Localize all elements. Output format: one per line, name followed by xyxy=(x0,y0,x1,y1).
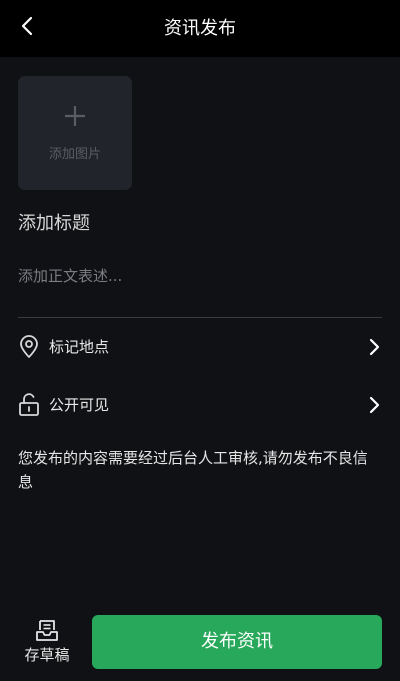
chevron-right-icon xyxy=(368,396,380,414)
publish-button[interactable]: 发布资讯 xyxy=(92,615,382,669)
visibility-row[interactable]: 公开可见 xyxy=(18,385,382,425)
save-draft-label: 存草稿 xyxy=(24,646,70,664)
location-row[interactable]: 标记地点 xyxy=(18,327,382,367)
visibility-label: 公开可见 xyxy=(49,396,110,414)
title-input[interactable]: 添加标题 xyxy=(18,210,382,238)
add-image-button[interactable] xyxy=(18,76,132,190)
chevron-right-icon xyxy=(368,338,380,356)
body-input[interactable]: 添加正文表述... xyxy=(18,263,382,289)
add-image-label: 添加图片 xyxy=(48,147,101,162)
top-bar: 资讯发布 xyxy=(0,0,400,57)
plus-icon xyxy=(18,104,132,128)
inbox-icon xyxy=(35,618,59,642)
location-pin-icon xyxy=(18,335,40,359)
location-label: 标记地点 xyxy=(49,338,110,356)
divider xyxy=(18,317,382,318)
save-draft-button[interactable]: 存草稿 xyxy=(18,614,76,668)
review-notice: 您发布的内容需要经过后台人工审核,请勿发布不良信息 xyxy=(18,449,368,491)
chevron-left-icon xyxy=(20,16,34,40)
back-button[interactable] xyxy=(12,13,42,43)
publish-news-screen: 资讯发布 添加图片 添加标题 添加正文表述... 标记地点 公开可见 您发布的内… xyxy=(0,0,400,681)
unlock-icon xyxy=(18,393,40,417)
page-title: 资讯发布 xyxy=(164,18,236,39)
